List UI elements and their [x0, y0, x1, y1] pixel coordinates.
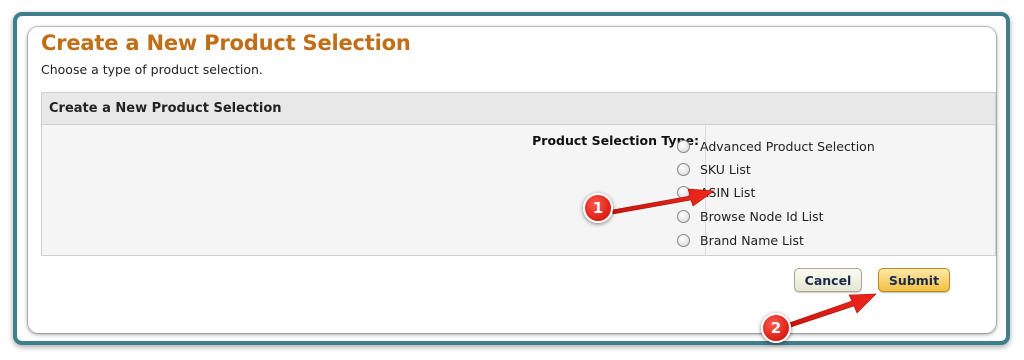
arrow-to-submit-button-icon [785, 293, 877, 329]
step-2-badge: 2 [761, 313, 791, 343]
step-1-badge: 1 [583, 193, 613, 223]
arrow-to-asin-list-icon [611, 188, 715, 215]
annotation-arrows [611, 188, 877, 329]
